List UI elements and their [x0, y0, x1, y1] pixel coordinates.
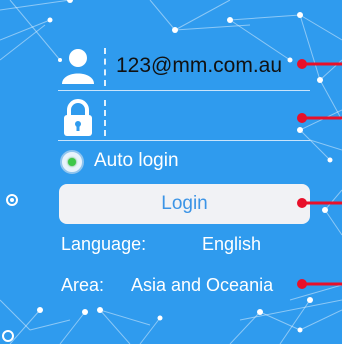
- auto-login-indicator: [68, 158, 76, 166]
- callout-marker-login: [297, 198, 342, 208]
- auto-login-label[interactable]: Auto login: [94, 150, 179, 172]
- password-field[interactable]: [116, 102, 310, 134]
- callout-marker-area: [297, 279, 342, 289]
- lock-icon: [64, 99, 92, 136]
- login-button[interactable]: Login: [59, 184, 310, 224]
- user-icon: [62, 49, 94, 84]
- auto-login-radio[interactable]: [60, 150, 84, 174]
- username-divider: [104, 48, 106, 86]
- area-selector[interactable]: Asia and Oceania: [131, 275, 273, 296]
- callout-marker-password: [297, 113, 342, 123]
- password-underline: [58, 140, 310, 141]
- area-label: Area:: [61, 275, 105, 295]
- password-divider: [104, 100, 106, 136]
- email-field[interactable]: 123@mm.com.au: [116, 54, 282, 78]
- language-label: Language:: [61, 234, 147, 254]
- login-screen: 123@mm.com.au Auto login Login Language:…: [0, 0, 342, 344]
- email-underline: [58, 90, 310, 91]
- callout-marker-email: [297, 59, 342, 69]
- language-selector[interactable]: English: [202, 234, 261, 255]
